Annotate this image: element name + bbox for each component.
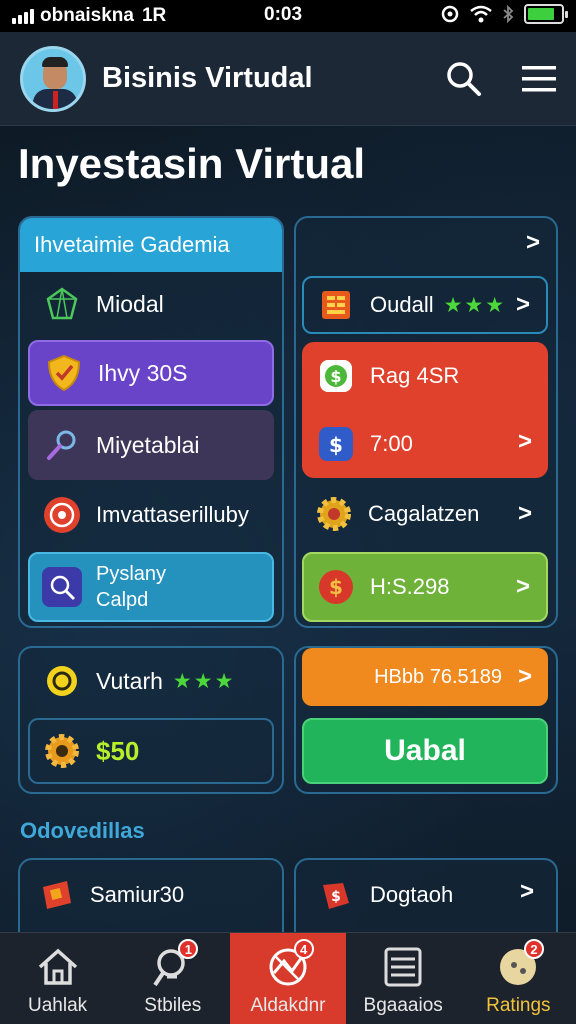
nav-label: Bgaaaios [363,995,443,1016]
home-icon [38,948,77,985]
orange-button-label: HBbb 76.5189 [374,665,502,688]
network-type: 1R [141,5,167,26]
chevron-right-icon: > [517,500,532,527]
list-item-label: Ihvy 30S [98,359,188,386]
orange-button[interactable]: HBbb 76.5189 > [302,648,548,706]
list-item-miyetablai[interactable]: Miyetablai [28,410,274,480]
wifi-icon [470,5,492,23]
list-item-imvattaserilluby[interactable]: Imvattaserilluby [28,486,278,544]
nav-list[interactable]: Bgaaaios [346,933,461,1024]
svg-text:$: $ [329,433,343,457]
list-item-label: Rag 4SR [370,363,460,388]
chevron-right-icon[interactable]: > [526,229,540,257]
list-item-label: Imvattaserilluby [96,502,249,527]
money-bag-icon: $ [316,567,356,607]
gear-money-icon [314,494,354,534]
left-card-title: Ihvetaimie Gademia [34,232,230,257]
list-item-oudall[interactable]: Oudall ★★★ > [302,276,548,334]
nav-search[interactable]: 1 Stbiles [115,933,230,1024]
svg-text:$: $ [331,889,341,905]
bottom-card-label: Dogtaoh [370,882,454,907]
svg-text:$: $ [329,575,343,599]
target-icon [42,495,82,535]
app-title: Bisinis Virtudal [102,62,313,94]
list-item-sublabel: Calpd [96,589,149,611]
list-item-pyslany[interactable]: Pyslany Calpd [28,552,274,622]
menu-icon[interactable] [522,64,556,94]
nav-label: Aldakdnr [250,995,326,1016]
search-icon [42,567,82,607]
chevron-right-icon: > [515,573,530,600]
chevron-right-icon: > [519,878,534,905]
list-item-rag[interactable]: $ Rag 4SR $ 7:00 > [302,342,548,478]
list-item-cagalatzen[interactable]: Cagalatzen > [302,484,548,544]
page-title: Inyestasin Virtual [18,140,366,187]
section-title: Odovedillas [20,818,145,843]
nav-label: Uahlak [28,995,88,1016]
dollar-shield-icon: $ [316,424,356,464]
list-item-vutarh[interactable]: Vutarh ★★★ [28,656,274,706]
chevron-right-icon: > [517,428,532,455]
nav-label: Ratings [486,995,551,1016]
ticket-icon [36,876,76,916]
list-icon [384,947,422,987]
list-item-label: 7:00 [370,431,413,456]
notification-badge: 1 [178,939,199,959]
list-item-label: H:S.298 [370,574,450,599]
rating-stars: ★★★ [443,293,507,317]
list-item-label: Vutarh [96,667,163,694]
chevron-right-icon: > [517,663,532,690]
notification-badge: 4 [293,939,314,959]
list-item-label: Pyslany [96,563,167,585]
carrier-name: obnaiskna [40,5,134,26]
shield-icon [44,353,84,393]
left-card-header[interactable]: Ihvetaimie Gademia [20,218,282,272]
status-time: 0:03 [264,4,303,25]
primary-action-button[interactable]: Uabal [302,718,548,784]
bottom-card-label: Samiur30 [90,882,185,907]
chevron-right-icon: > [515,291,530,318]
gem-icon [42,284,82,324]
list-item-ihvy[interactable]: Ihvy 30S [28,340,274,406]
list-item-miodal[interactable]: Miodal [28,280,274,328]
battery-icon [524,4,568,24]
money-icon: $ [316,356,356,396]
gear-icon [42,731,82,771]
nav-label: Stbiles [144,995,202,1016]
book-icon [316,285,356,325]
rating-stars: ★★★ [172,669,236,693]
notification-badge: 2 [523,939,544,959]
svg-text:$: $ [330,367,341,386]
tag-icon: $ [316,876,356,916]
list-item-amount[interactable]: $50 [28,718,274,784]
amount-value: $50 [96,735,140,766]
right-card-header[interactable]: > [296,218,556,268]
status-bar: obnaiskna 1R 0:03 [0,0,576,32]
alarm-icon [441,5,459,23]
nav-home[interactable]: Uahlak [0,933,115,1024]
avatar[interactable] [20,45,86,112]
bluetooth-icon [503,5,514,23]
coin-icon [42,661,82,701]
primary-action-label: Uabal [384,734,466,767]
bottom-navigation: Uahlak 1 Stbiles 4 Aldakdnr Bgaaaios 2 R… [0,932,576,1024]
list-item-label: Miyetablai [96,431,200,458]
list-item-label: Cagalatzen [368,501,480,526]
nav-dashboard[interactable]: 4 Aldakdnr [230,933,346,1024]
list-item-label: Miodal [96,290,164,317]
search-icon[interactable] [446,61,482,97]
signal-icon [12,8,34,24]
magnifier-icon [42,425,82,465]
list-item-hs[interactable]: $ H:S.298 > [302,552,548,622]
list-item-label: Oudall [370,292,434,317]
app-header: Bisinis Virtudal [0,32,576,126]
nav-ratings[interactable]: 2 Ratings [461,933,576,1024]
